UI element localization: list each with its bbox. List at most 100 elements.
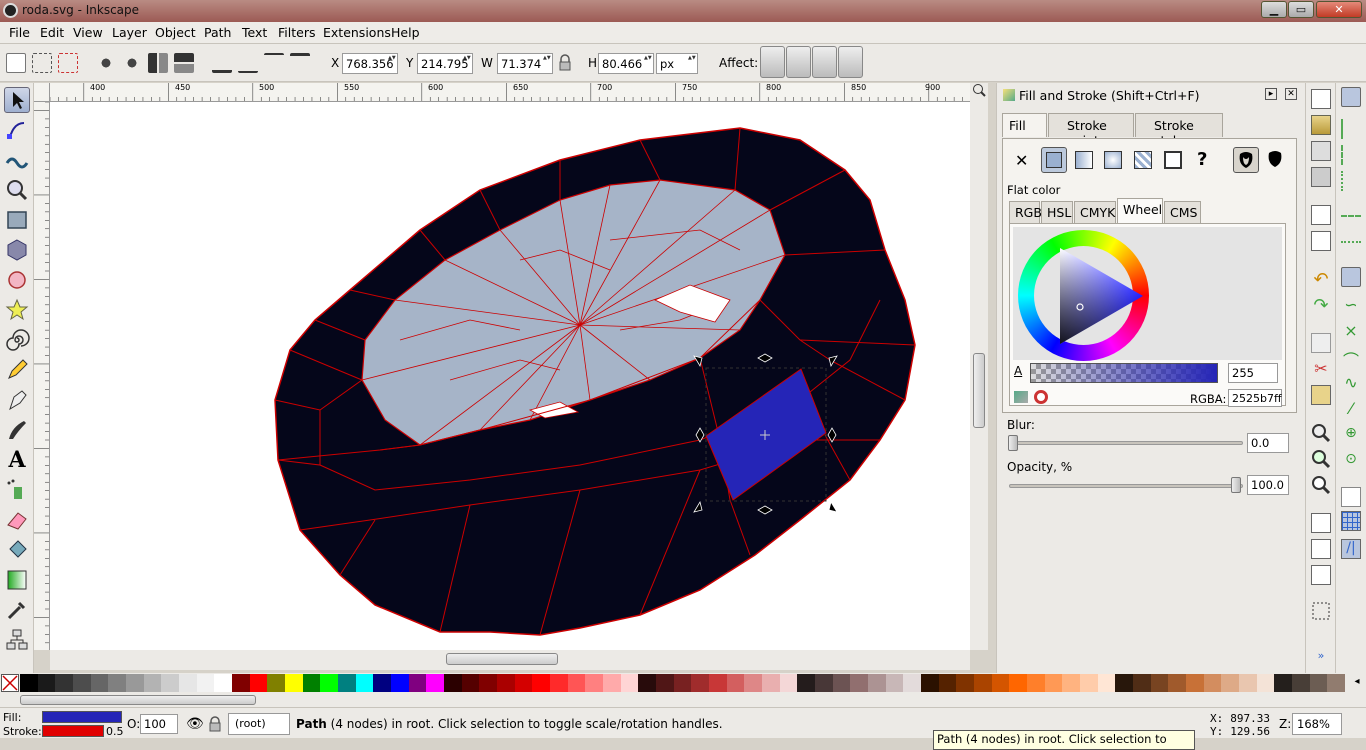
palette-swatch[interactable] bbox=[885, 674, 904, 692]
snap-midpoints-icon[interactable]: ⁄ bbox=[1341, 399, 1361, 419]
palette-swatch[interactable] bbox=[1274, 674, 1293, 692]
minimize-button[interactable]: ▁ bbox=[1261, 1, 1287, 18]
tab-hsl[interactable]: HSL bbox=[1041, 201, 1073, 223]
zoom-selection-icon[interactable] bbox=[1311, 423, 1331, 443]
palette-swatch[interactable] bbox=[797, 674, 816, 692]
dropper-tool[interactable] bbox=[4, 597, 30, 623]
palette-swatch[interactable] bbox=[479, 674, 498, 692]
spiral-tool[interactable] bbox=[4, 327, 30, 353]
stroke-width-value[interactable]: 0.5 bbox=[106, 725, 124, 738]
spray-tool[interactable] bbox=[4, 477, 30, 503]
alpha-input[interactable]: 255 bbox=[1228, 363, 1278, 383]
snap-guides-icon[interactable]: /| bbox=[1341, 539, 1361, 559]
rectangle-tool[interactable] bbox=[4, 207, 30, 233]
menu-layer[interactable]: Layer bbox=[112, 25, 147, 40]
palette-swatch[interactable] bbox=[355, 674, 374, 692]
x-input[interactable]: 768.356 bbox=[342, 53, 398, 74]
palette-swatch[interactable] bbox=[673, 674, 692, 692]
palette-scrollbar[interactable] bbox=[0, 693, 1366, 707]
print-icon[interactable] bbox=[1311, 167, 1331, 187]
paint-swatch-button[interactable] bbox=[1164, 151, 1182, 169]
vertical-scrollbar[interactable] bbox=[970, 83, 988, 650]
affect-stroke-toggle[interactable] bbox=[760, 46, 785, 78]
palette-menu-icon[interactable]: ◂ bbox=[1350, 676, 1364, 690]
palette-swatch[interactable] bbox=[620, 674, 639, 692]
palette-swatch[interactable] bbox=[1080, 674, 1099, 692]
star-tool[interactable] bbox=[4, 297, 30, 323]
lower-to-bottom-icon[interactable] bbox=[212, 53, 232, 73]
selector-tool[interactable] bbox=[4, 87, 30, 113]
raise-to-top-icon[interactable] bbox=[290, 53, 310, 73]
tweak-tool[interactable] bbox=[4, 147, 30, 173]
opacity-slider-track[interactable] bbox=[1009, 484, 1243, 488]
status-opacity-input[interactable]: 100 bbox=[140, 714, 178, 734]
pencil-tool[interactable] bbox=[4, 357, 30, 383]
connector-tool[interactable] bbox=[4, 627, 30, 653]
lock-layer-icon[interactable] bbox=[208, 716, 222, 732]
hide-layer-icon[interactable]: 👁 bbox=[186, 716, 204, 732]
horizontal-scrollbar[interactable] bbox=[50, 650, 970, 670]
paint-linear-gradient-button[interactable] bbox=[1075, 151, 1093, 169]
palette-swatch[interactable] bbox=[868, 674, 887, 692]
palette-swatch[interactable] bbox=[550, 674, 569, 692]
palette-swatch[interactable] bbox=[585, 674, 604, 692]
clone-icon[interactable] bbox=[1311, 539, 1331, 559]
menu-help[interactable]: Help bbox=[391, 25, 420, 40]
menu-path[interactable]: Path bbox=[204, 25, 231, 40]
palette-swatch[interactable] bbox=[126, 674, 145, 692]
palette-swatch[interactable] bbox=[744, 674, 763, 692]
tab-rgb[interactable]: RGB bbox=[1009, 201, 1042, 223]
palette-swatch[interactable] bbox=[1221, 674, 1240, 692]
import-icon[interactable] bbox=[1311, 205, 1331, 225]
palette-swatch[interactable] bbox=[55, 674, 74, 692]
palette-swatch[interactable] bbox=[1027, 674, 1046, 692]
palette-swatch[interactable] bbox=[161, 674, 180, 692]
snap-smooth-nodes-icon[interactable]: ∿ bbox=[1341, 373, 1361, 393]
palette-swatch[interactable] bbox=[1239, 674, 1258, 692]
alpha-slider[interactable] bbox=[1030, 363, 1218, 383]
palette-swatch[interactable] bbox=[638, 674, 657, 692]
zoom-tool[interactable] bbox=[4, 177, 30, 203]
palette-swatch[interactable] bbox=[779, 674, 798, 692]
unlink-clone-icon[interactable] bbox=[1311, 565, 1331, 585]
zoom-fit-icon[interactable] bbox=[972, 83, 986, 99]
palette-swatch[interactable] bbox=[1062, 674, 1081, 692]
palette-swatch[interactable] bbox=[1292, 674, 1311, 692]
palette-swatch[interactable] bbox=[603, 674, 622, 692]
palette-swatch[interactable] bbox=[426, 674, 445, 692]
palette-swatch[interactable] bbox=[37, 674, 56, 692]
blur-slider-track[interactable] bbox=[1009, 441, 1243, 445]
blur-input[interactable]: 0.0 bbox=[1247, 433, 1289, 453]
palette-swatch[interactable] bbox=[532, 674, 551, 692]
palette-swatch[interactable] bbox=[903, 674, 922, 692]
palette-swatch[interactable] bbox=[567, 674, 586, 692]
snap-bbox-edge-icon[interactable] bbox=[1341, 145, 1361, 165]
palette-swatch[interactable] bbox=[991, 674, 1010, 692]
palette-swatch[interactable] bbox=[302, 674, 321, 692]
palette-swatch[interactable] bbox=[1097, 674, 1116, 692]
snap-intersections-icon[interactable]: ⨯ bbox=[1341, 321, 1361, 341]
snap-rotation-centers-icon[interactable]: ⊙ bbox=[1341, 451, 1361, 471]
open-icon[interactable] bbox=[1311, 115, 1331, 135]
palette-swatch[interactable] bbox=[709, 674, 728, 692]
palette-swatch[interactable] bbox=[461, 674, 480, 692]
palette-swatch[interactable] bbox=[762, 674, 781, 692]
dialog-iconify-icon[interactable]: ▸ bbox=[1265, 88, 1277, 100]
palette-swatch[interactable] bbox=[832, 674, 851, 692]
palette-swatch[interactable] bbox=[974, 674, 993, 692]
palette-swatch[interactable] bbox=[391, 674, 410, 692]
save-icon[interactable] bbox=[1311, 141, 1331, 161]
zoom-page-icon[interactable] bbox=[1311, 475, 1331, 495]
palette-swatch[interactable] bbox=[285, 674, 304, 692]
menu-file[interactable]: File bbox=[9, 25, 30, 40]
new-document-icon[interactable] bbox=[1311, 89, 1331, 109]
palette-swatch[interactable] bbox=[1203, 674, 1222, 692]
palette-swatch[interactable] bbox=[1044, 674, 1063, 692]
paint-bucket-tool[interactable] bbox=[4, 537, 30, 563]
color-triangle[interactable] bbox=[1018, 230, 1149, 361]
raise-icon[interactable] bbox=[264, 53, 284, 73]
paint-pattern-button[interactable] bbox=[1134, 151, 1152, 169]
palette-swatch[interactable] bbox=[726, 674, 745, 692]
palette-swatch[interactable] bbox=[850, 674, 869, 692]
menu-edit[interactable]: Edit bbox=[40, 25, 64, 40]
